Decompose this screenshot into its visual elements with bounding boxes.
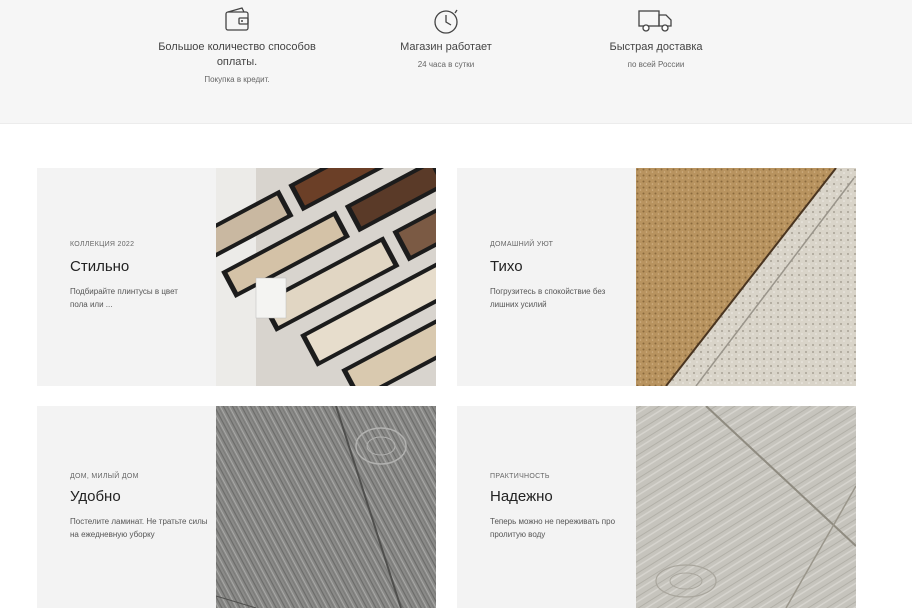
card-description: Подбирайте плинтусы в цвет пола или ... bbox=[70, 287, 178, 309]
baseboard-samples-image bbox=[216, 168, 436, 386]
card-caption: ПРАКТИЧНОСТЬ bbox=[490, 473, 550, 480]
card-caption: ДОМ, МИЛЫЙ ДОМ bbox=[70, 473, 139, 480]
card-title: Стильно bbox=[70, 258, 130, 275]
card-description: Погрузитесь в спокойствие без лишних уси… bbox=[490, 287, 606, 309]
feature-delivery-subtitle: по всей России bbox=[627, 60, 685, 69]
feature-hours: Магазин работает 24 часа в сутки bbox=[346, 0, 546, 70]
card-title: Надежно bbox=[490, 488, 553, 505]
features-band: Большое количество способов оплаты. Поку… bbox=[0, 0, 912, 124]
feature-hours-subtitle: 24 часа в сутки bbox=[417, 60, 475, 69]
card-caption: КОЛЛЕКЦИЯ 2022 bbox=[70, 241, 135, 248]
feature-delivery-title: Быстрая доставка bbox=[609, 41, 703, 53]
card-description: Постелите ламинат. Не тратьте силы на еж… bbox=[70, 517, 208, 539]
feature-payment-subtitle: Покупка в кредит. bbox=[204, 75, 270, 84]
cork-underlay-image bbox=[636, 168, 856, 386]
feature-payment: Большое количество способов оплаты. Поку… bbox=[137, 0, 337, 85]
promo-card-stylish[interactable]: КОЛЛЕКЦИЯ 2022 Стильно Подбирайте плинту… bbox=[37, 168, 436, 386]
promo-card-convenient[interactable]: ДОМ, МИЛЫЙ ДОМ Удобно Постелите ламинат.… bbox=[37, 406, 436, 608]
gray-laminate-image bbox=[216, 406, 436, 608]
promo-card-reliable[interactable]: ПРАКТИЧНОСТЬ Надежно Теперь можно не пер… bbox=[457, 406, 856, 608]
feature-delivery: Быстрая доставка по всей России bbox=[556, 0, 756, 70]
card-caption: ДОМАШНИЙ УЮТ bbox=[490, 241, 554, 248]
truck-icon bbox=[556, 0, 756, 34]
light-laminate-image bbox=[636, 406, 856, 608]
card-title: Тихо bbox=[490, 258, 523, 275]
promo-card-quiet[interactable]: ДОМАШНИЙ УЮТ Тихо Погрузитесь в спокойст… bbox=[457, 168, 856, 386]
wallet-icon bbox=[137, 0, 337, 34]
feature-payment-title: Большое количество способов оплаты. bbox=[158, 41, 316, 68]
card-description: Теперь можно не переживать про пролитую … bbox=[490, 517, 616, 539]
feature-hours-title: Магазин работает bbox=[400, 41, 492, 53]
clock-icon bbox=[346, 0, 546, 34]
card-title: Удобно bbox=[70, 488, 121, 505]
